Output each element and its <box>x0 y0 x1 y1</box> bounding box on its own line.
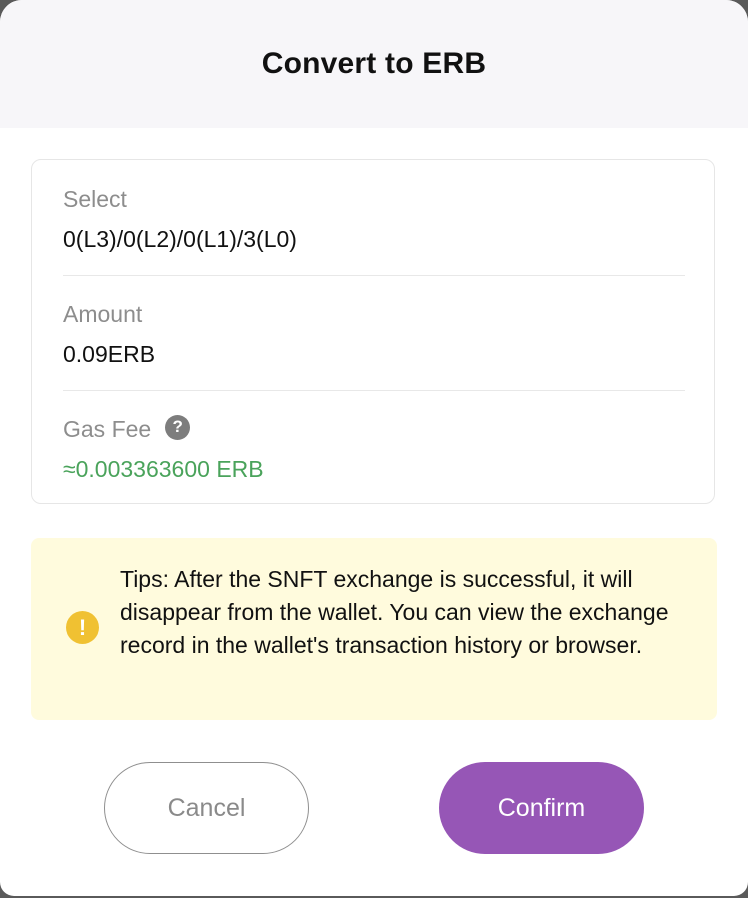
gas-fee-label: Gas Fee <box>63 416 152 442</box>
divider <box>63 390 685 391</box>
gas-fee-field: Gas Fee ? ≈0.003363600 ERB <box>63 414 685 483</box>
details-card: Select 0(L3)/0(L2)/0(L1)/3(L0) Amount 0.… <box>31 159 715 504</box>
divider <box>63 275 685 276</box>
help-icon[interactable]: ? <box>165 414 191 440</box>
select-field: Select 0(L3)/0(L2)/0(L1)/3(L0) <box>63 185 685 253</box>
amount-label: Amount <box>63 301 143 327</box>
select-label: Select <box>63 186 127 212</box>
amount-field: Amount 0.09ERB <box>63 300 685 368</box>
dialog-title: Convert to ERB <box>261 47 487 80</box>
tips-text: Tips: After the SNFT exchange is success… <box>120 566 669 658</box>
amount-value: 0.09ERB <box>63 341 156 367</box>
tips-box: ! Tips: After the SNFT exchange is succe… <box>31 538 717 720</box>
cancel-button[interactable]: Cancel <box>104 762 309 854</box>
confirm-button[interactable]: Confirm <box>439 762 644 854</box>
warning-icon: ! <box>66 611 99 644</box>
gas-fee-value: ≈0.003363600 ERB <box>63 456 264 482</box>
gas-fee-label-row: Gas Fee ? <box>63 414 685 443</box>
dialog-header: Convert to ERB <box>0 0 748 128</box>
select-value: 0(L3)/0(L2)/0(L1)/3(L0) <box>63 226 297 252</box>
convert-dialog: Convert to ERB Select 0(L3)/0(L2)/0(L1)/… <box>0 0 748 896</box>
